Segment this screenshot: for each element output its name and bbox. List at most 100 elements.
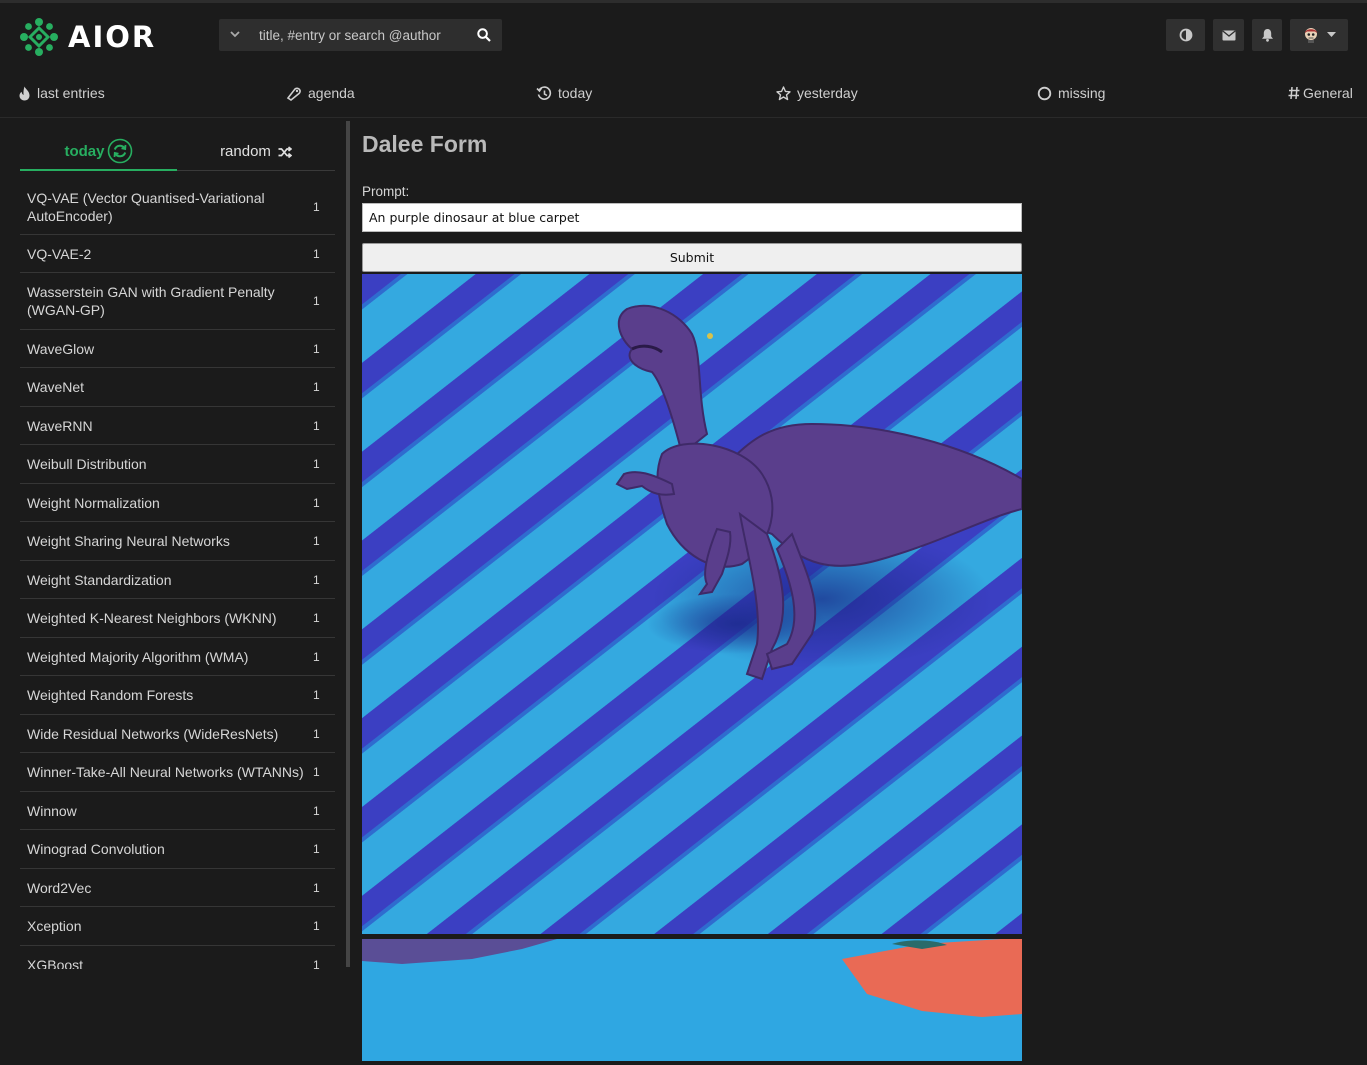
- list-item-count: 1: [313, 803, 320, 818]
- list-item-count: 1: [313, 294, 320, 308]
- list-item[interactable]: Wide Residual Networks (WideResNets) 1: [20, 715, 335, 753]
- entry-list: VQ-VAE (Vector Quantised-Variational Aut…: [20, 180, 335, 969]
- list-item-count: 1: [313, 534, 320, 548]
- list-item-count: 1: [313, 572, 320, 587]
- nav-agenda[interactable]: agenda: [286, 79, 355, 107]
- list-item-label: Weight Normalization: [27, 494, 160, 511]
- tab-label: random: [220, 143, 271, 160]
- list-item[interactable]: VQ-VAE (Vector Quantised-Variational Aut…: [20, 180, 335, 235]
- list-item[interactable]: VQ-VAE-2 1: [20, 235, 335, 273]
- user-menu-button[interactable]: [1290, 19, 1348, 51]
- shuffle-icon: [278, 145, 292, 158]
- list-item[interactable]: Weight Sharing Neural Networks 1: [20, 522, 335, 561]
- list-item[interactable]: Xception 1: [20, 907, 335, 946]
- list-item-label: Weighted Majority Algorithm (WMA): [27, 648, 249, 665]
- list-item-label: Weibull Distribution: [27, 456, 147, 472]
- list-item-count: 1: [313, 765, 320, 779]
- list-item[interactable]: Winnow 1: [20, 792, 335, 830]
- list-item-count: 1: [313, 726, 320, 741]
- list-item[interactable]: Winograd Convolution 1: [20, 830, 335, 869]
- list-item-count: 1: [313, 457, 320, 471]
- list-item-count: 1: [313, 842, 320, 856]
- list-item-label: VQ-VAE-2: [27, 245, 92, 262]
- nav-label: agenda: [308, 85, 355, 101]
- list-item-count: 1: [313, 246, 320, 261]
- nav-label: General: [1303, 85, 1353, 101]
- list-item-label: Weighted Random Forests: [27, 687, 194, 703]
- list-item[interactable]: Weibull Distribution 1: [20, 445, 335, 484]
- nav-yesterday[interactable]: yesterday: [776, 79, 858, 107]
- circle-icon: [1037, 86, 1052, 100]
- page-title: Dalee Form: [362, 131, 488, 157]
- list-item[interactable]: Weighted Random Forests 1: [20, 676, 335, 715]
- top-bar: [0, 0, 1367, 118]
- list-item[interactable]: Word2Vec 1: [20, 869, 335, 907]
- list-item-count: 1: [313, 957, 320, 970]
- list-item-label: Weight Sharing Neural Networks: [27, 533, 230, 549]
- messages-button[interactable]: [1213, 19, 1244, 51]
- list-item-label: WaveNet: [27, 379, 85, 395]
- chevron-down-icon: [230, 31, 240, 38]
- nav-today[interactable]: today: [536, 79, 592, 107]
- search-scope-dropdown[interactable]: [219, 29, 251, 41]
- list-item-label: Weight Standardization: [27, 571, 172, 588]
- list-item-count: 1: [313, 688, 320, 702]
- list-item-count: 1: [313, 418, 320, 433]
- list-item[interactable]: Weight Standardization 1: [20, 561, 335, 599]
- bell-icon: [1261, 29, 1273, 42]
- logo[interactable]: AIOR: [18, 15, 156, 59]
- list-item[interactable]: Weight Normalization 1: [20, 484, 335, 522]
- contrast-icon: [1179, 28, 1192, 42]
- hash-icon: [1288, 86, 1300, 100]
- star-icon: [776, 85, 791, 100]
- list-item[interactable]: Wasserstein GAN with Gradient Penalty (W…: [20, 273, 335, 330]
- list-item[interactable]: WaveRNN 1: [20, 407, 335, 445]
- submit-button[interactable]: Submit: [362, 243, 1022, 272]
- list-item-label: VQ-VAE (Vector Quantised-Variational Aut…: [27, 190, 265, 224]
- nav-label: yesterday: [797, 85, 858, 101]
- theme-toggle-button[interactable]: [1166, 19, 1205, 51]
- list-item-label: Winograd Convolution: [27, 841, 165, 857]
- list-item-count: 1: [313, 649, 320, 664]
- mail-icon: [1221, 29, 1236, 40]
- generated-image: [362, 939, 1022, 1061]
- list-item[interactable]: Weighted K-Nearest Neighbors (WKNN) 1: [20, 599, 335, 638]
- list-item[interactable]: WaveNet 1: [20, 368, 335, 407]
- list-item-count: 1: [313, 880, 320, 895]
- prompt-label: Prompt:: [362, 184, 410, 199]
- search-input[interactable]: [251, 19, 466, 51]
- list-item[interactable]: Winner-Take-All Neural Networks (WTANNs)…: [20, 753, 335, 792]
- sidebar-scrollbar[interactable]: [346, 121, 350, 967]
- search-icon: [477, 28, 491, 42]
- list-item-label: Word2Vec: [27, 879, 92, 896]
- tab-today[interactable]: today: [20, 133, 177, 171]
- list-item-label: Winner-Take-All Neural Networks (WTANNs): [27, 764, 304, 780]
- nav-label: missing: [1058, 85, 1106, 101]
- prompt-input[interactable]: [362, 203, 1022, 232]
- list-item[interactable]: Weighted Majority Algorithm (WMA) 1: [20, 638, 335, 676]
- list-item-count: 1: [313, 380, 320, 394]
- nav-missing[interactable]: missing: [1037, 79, 1105, 107]
- list-item-count: 1: [313, 611, 320, 625]
- search-button[interactable]: [466, 28, 502, 42]
- list-item[interactable]: XGBoost 1: [20, 946, 335, 970]
- list-item-label: Weighted K-Nearest Neighbors (WKNN): [27, 610, 277, 626]
- nav-label: today: [558, 85, 593, 101]
- nav-general[interactable]: General: [1288, 79, 1353, 107]
- flame-icon: [19, 86, 30, 100]
- nav-last-entries[interactable]: last entries: [18, 79, 105, 107]
- list-item-label: WaveGlow: [27, 340, 95, 357]
- chevron-down-icon: [1326, 32, 1336, 37]
- list-item[interactable]: WaveGlow 1: [20, 330, 335, 368]
- logo-text: AIOR: [68, 20, 157, 54]
- list-item-label: XGBoost: [27, 956, 84, 970]
- list-item-count: 1: [313, 495, 320, 510]
- sidebar-tabs: today random: [20, 133, 335, 173]
- notifications-button[interactable]: [1252, 19, 1282, 51]
- list-item-count: 1: [313, 200, 320, 214]
- list-item-label: Wide Residual Networks (WideResNets): [27, 725, 279, 742]
- list-item-label: Winnow: [27, 802, 77, 819]
- history-icon: [536, 85, 552, 100]
- calendar-icon: [286, 87, 301, 101]
- tab-random[interactable]: random: [177, 133, 335, 171]
